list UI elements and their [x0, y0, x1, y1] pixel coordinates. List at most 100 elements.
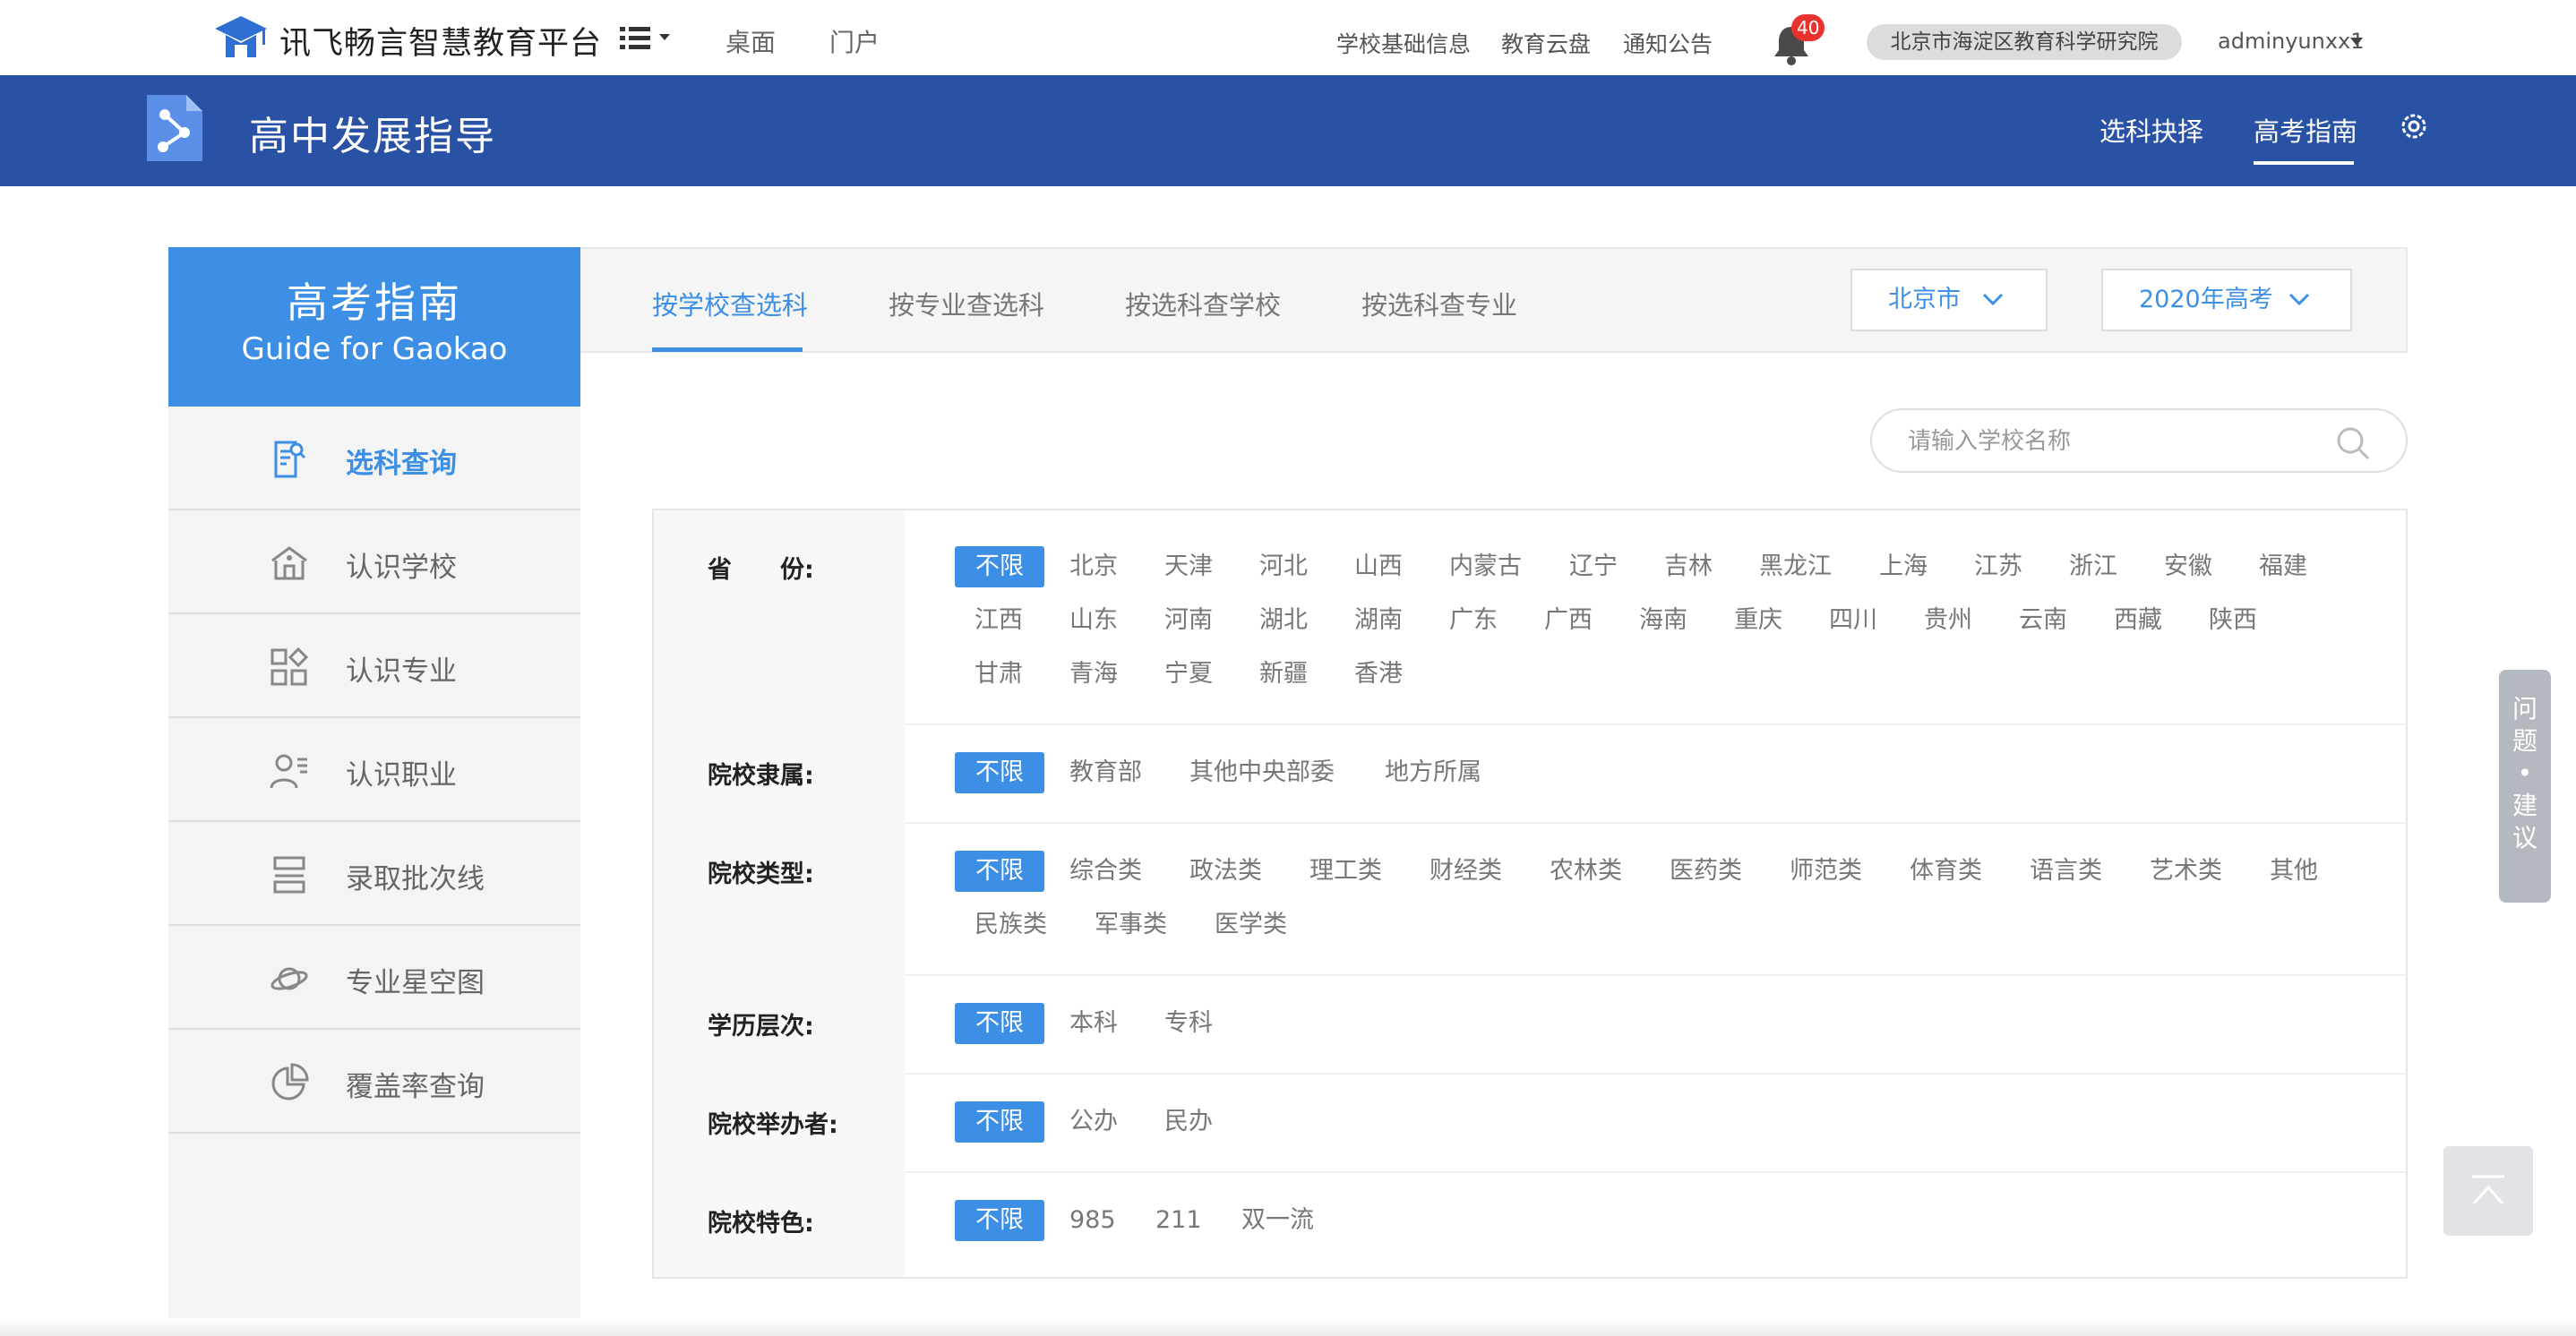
app-logo-icon — [147, 95, 202, 161]
region-select-value: 北京市 — [1888, 286, 1961, 313]
filter-option[interactable]: 江西 — [975, 600, 1023, 641]
exam-year-select-value: 2020年高考 — [2139, 286, 2273, 313]
filter-option[interactable]: 内蒙古 — [1449, 546, 1522, 587]
filter-option[interactable]: 不限 — [955, 752, 1044, 793]
header-tab-gaokao-guide[interactable]: 高考指南 — [2254, 111, 2357, 149]
filter-option[interactable]: 宁夏 — [1164, 654, 1213, 695]
filter-option[interactable]: 天津 — [1164, 546, 1213, 587]
filter-option[interactable]: 广西 — [1544, 600, 1593, 641]
filter-option[interactable]: 军事类 — [1095, 904, 1167, 946]
filter-option[interactable]: 体育类 — [1910, 851, 1982, 892]
nav-portal[interactable]: 门户 — [829, 23, 880, 59]
caret-down-icon[interactable] — [2350, 38, 2363, 46]
filter-option[interactable]: 香港 — [1354, 654, 1403, 695]
nav-desktop[interactable]: 桌面 — [726, 23, 776, 59]
filter-option[interactable]: 山东 — [1069, 600, 1118, 641]
search-icon[interactable] — [2334, 424, 2372, 462]
sidebar-item-label: 认识职业 — [346, 759, 457, 792]
filter-option[interactable]: 云南 — [2019, 600, 2067, 641]
sidebar-item-subject-query[interactable]: 选科查询 — [168, 407, 580, 510]
filter-option[interactable]: 不限 — [955, 1101, 1044, 1143]
filter-option[interactable]: 民办 — [1164, 1101, 1213, 1143]
filter-option[interactable]: 985 — [1069, 1200, 1116, 1241]
filter-option[interactable]: 医学类 — [1215, 904, 1287, 946]
filter-option[interactable]: 公办 — [1069, 1101, 1118, 1143]
sidebar-title: 高考指南 — [287, 278, 462, 327]
filter-option[interactable]: 重庆 — [1734, 600, 1782, 641]
filter-option[interactable]: 理工类 — [1309, 851, 1382, 892]
filter-option[interactable]: 专科 — [1164, 1003, 1213, 1044]
link-school-info[interactable]: 学校基础信息 — [1336, 27, 1471, 59]
organization-badge[interactable]: 北京市海淀区教育科学研究院 — [1867, 24, 2182, 60]
filter-option[interactable]: 政法类 — [1189, 851, 1262, 892]
filter-option[interactable]: 辽宁 — [1569, 546, 1618, 587]
filter-option[interactable]: 湖南 — [1354, 600, 1403, 641]
filter-option[interactable]: 不限 — [955, 1200, 1044, 1241]
filter-option[interactable]: 河南 — [1164, 600, 1213, 641]
filter-option[interactable]: 综合类 — [1069, 851, 1142, 892]
filter-option[interactable]: 地方所属 — [1385, 752, 1481, 793]
filter-option[interactable]: 不限 — [955, 851, 1044, 892]
filter-option[interactable]: 安徽 — [2164, 546, 2212, 587]
filter-option[interactable]: 福建 — [2259, 546, 2307, 587]
filter-option[interactable]: 四川 — [1829, 600, 1877, 641]
filter-option[interactable]: 广东 — [1449, 600, 1498, 641]
chevron-down-icon — [1982, 293, 2004, 306]
filter-option[interactable]: 西藏 — [2114, 600, 2162, 641]
filter-option[interactable]: 浙江 — [2069, 546, 2117, 587]
filter-option[interactable]: 河北 — [1259, 546, 1308, 587]
header-tab-subject-choice[interactable]: 选科抉择 — [2099, 111, 2203, 149]
filter-option[interactable]: 师范类 — [1790, 851, 1862, 892]
tab-schools-by-subject[interactable]: 按选科查学校 — [1125, 285, 1281, 322]
filter-option[interactable]: 财经类 — [1430, 851, 1502, 892]
filter-option[interactable]: 上海 — [1879, 546, 1928, 587]
filter-option[interactable]: 山西 — [1354, 546, 1403, 587]
filter-option[interactable]: 艺术类 — [2150, 851, 2222, 892]
tab-by-school[interactable]: 按学校查选科 — [652, 285, 808, 322]
filter-option[interactable]: 江苏 — [1974, 546, 2022, 587]
link-cloud-disk[interactable]: 教育云盘 — [1501, 27, 1591, 59]
region-select[interactable]: 北京市 — [1850, 269, 2048, 331]
filter-option[interactable]: 海南 — [1639, 600, 1687, 641]
filter-option[interactable]: 吉林 — [1664, 546, 1713, 587]
filter-option[interactable]: 其他中央部委 — [1189, 752, 1335, 793]
filter-option[interactable]: 语言类 — [2030, 851, 2102, 892]
filter-option[interactable]: 湖北 — [1259, 600, 1308, 641]
graduation-cap-logo-icon[interactable] — [213, 13, 269, 63]
link-notices[interactable]: 通知公告 — [1623, 27, 1713, 59]
school-search-input[interactable] — [1908, 426, 2320, 457]
filter-option[interactable]: 陕西 — [2209, 600, 2257, 641]
filter-option[interactable]: 黑龙江 — [1759, 546, 1832, 587]
sidebar-item-admission-lines[interactable]: 录取批次线 — [168, 822, 580, 926]
tab-by-major[interactable]: 按专业查选科 — [889, 285, 1044, 322]
filter-option[interactable]: 贵州 — [1924, 600, 1972, 641]
feedback-button[interactable]: 问 题 • 建 议 — [2499, 670, 2551, 903]
sidebar-item-coverage-query[interactable]: 覆盖率查询 — [168, 1030, 580, 1134]
filter-option[interactable]: 医药类 — [1670, 851, 1742, 892]
filter-option[interactable]: 211 — [1155, 1200, 1202, 1241]
filter-option[interactable]: 双一流 — [1241, 1200, 1314, 1241]
user-menu[interactable]: adminyunxx1 — [2218, 29, 2365, 54]
tab-majors-by-subject[interactable]: 按选科查专业 — [1361, 285, 1517, 322]
platform-name[interactable]: 讯飞畅言智慧教育平台 — [279, 18, 602, 64]
filter-option[interactable]: 农林类 — [1550, 851, 1622, 892]
menu-list-icon[interactable] — [618, 25, 674, 52]
filter-option[interactable]: 北京 — [1069, 546, 1118, 587]
sidebar-item-know-careers[interactable]: 认识职业 — [168, 718, 580, 822]
filter-option[interactable]: 民族类 — [975, 904, 1047, 946]
school-search-box[interactable] — [1870, 408, 2408, 473]
sidebar-item-know-schools[interactable]: 认识学校 — [168, 510, 580, 614]
filter-option[interactable]: 教育部 — [1069, 752, 1142, 793]
sidebar-item-major-star-map[interactable]: 专业星空图 — [168, 926, 580, 1030]
sidebar-item-know-majors[interactable]: 认识专业 — [168, 614, 580, 718]
filter-option[interactable]: 甘肃 — [975, 654, 1023, 695]
exam-year-select[interactable]: 2020年高考 — [2101, 269, 2352, 331]
filter-option[interactable]: 青海 — [1069, 654, 1118, 695]
back-to-top-button[interactable] — [2443, 1146, 2533, 1236]
filter-option[interactable]: 其他 — [2270, 851, 2318, 892]
filter-option[interactable]: 新疆 — [1259, 654, 1308, 695]
filter-option[interactable]: 不限 — [955, 1003, 1044, 1044]
gear-icon[interactable] — [2399, 111, 2429, 141]
filter-option[interactable]: 不限 — [955, 546, 1044, 587]
filter-option[interactable]: 本科 — [1069, 1003, 1118, 1044]
